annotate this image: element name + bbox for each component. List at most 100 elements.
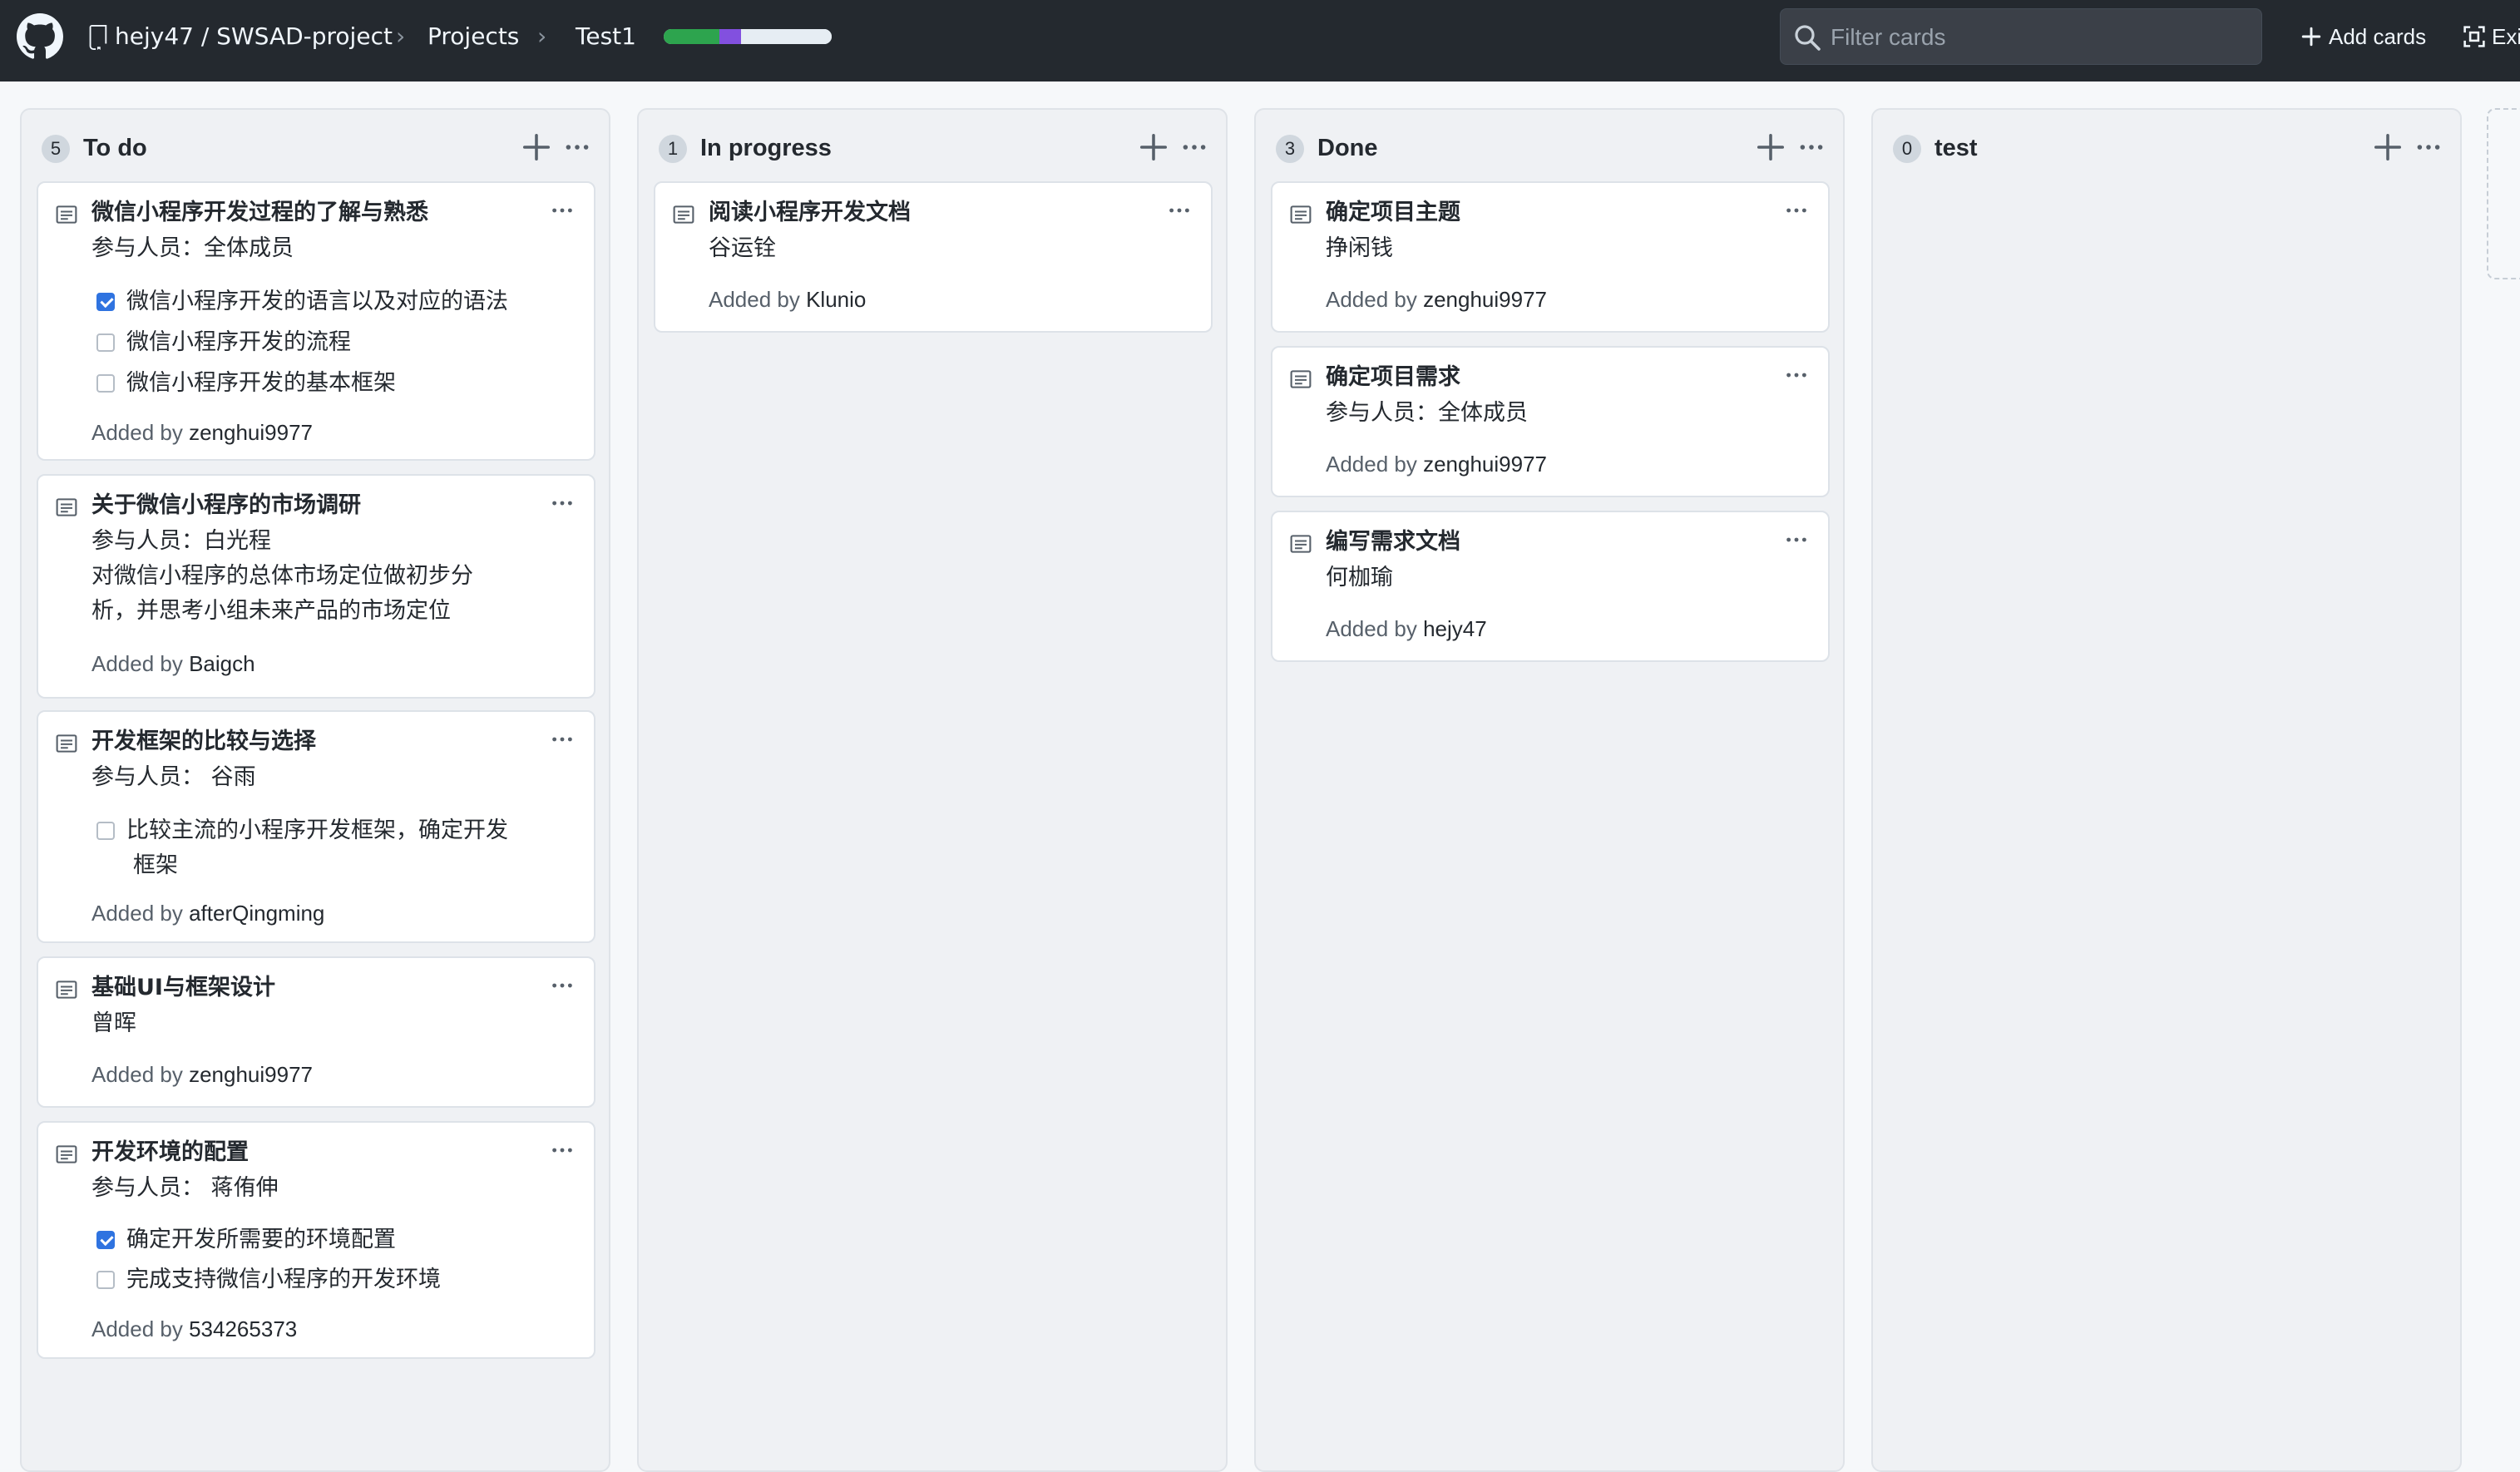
column-in-progress: 1 In progress 阅读小程序开发文档 谷运铨 Added by Klu… bbox=[637, 108, 1228, 1472]
card[interactable]: 确定项目主题 挣闲钱 Added by zenghui9977 bbox=[1271, 181, 1830, 333]
column-done: 3 Done 确定项目主题 挣闲钱 Added by zenghui9977 确… bbox=[1254, 108, 1845, 1472]
add-card-plus-icon[interactable] bbox=[1755, 131, 1786, 163]
projects-link[interactable]: Projects bbox=[427, 20, 519, 53]
card-text: 谷运铨 bbox=[709, 235, 776, 261]
project-progress-bar bbox=[664, 29, 832, 44]
note-icon bbox=[56, 981, 77, 999]
add-cards-label: Add cards bbox=[2329, 23, 2427, 49]
column-menu-kebab-icon[interactable] bbox=[561, 133, 594, 161]
task-label: 微信小程序开发的语言以及对应的语法 bbox=[126, 289, 508, 314]
task-label: 微信小程序开发的基本框架 bbox=[126, 370, 396, 396]
card-menu-kebab-icon[interactable] bbox=[547, 1138, 577, 1163]
card-author-link[interactable]: zenghui9977 bbox=[1423, 452, 1547, 477]
card-menu-kebab-icon[interactable] bbox=[547, 973, 577, 998]
filter-cards-input[interactable] bbox=[1829, 16, 2248, 59]
card[interactable]: 微信小程序开发过程的了解与熟悉 参与人员：全体成员 微信小程序开发的语言以及对应… bbox=[37, 181, 595, 461]
card[interactable]: 开发环境的配置 参与人员： 蒋侑伸 确定开发所需要的环境配置 完成支持微信小程序… bbox=[37, 1121, 595, 1359]
note-icon bbox=[1290, 535, 1312, 553]
card-menu-kebab-icon[interactable] bbox=[1781, 527, 1811, 552]
card-text: 何枷瑜 bbox=[1326, 565, 1393, 590]
add-card-plus-icon[interactable] bbox=[521, 131, 552, 163]
card-added-by: Added by afterQingming bbox=[91, 901, 325, 926]
note-icon bbox=[673, 205, 694, 224]
card-text: 曾晖 bbox=[91, 1010, 136, 1036]
card-title[interactable]: 确定项目需求 bbox=[1326, 361, 1460, 394]
filter-cards-search[interactable] bbox=[1780, 8, 2262, 65]
card-author-link[interactable]: afterQingming bbox=[189, 901, 324, 926]
card-added-by: Added by zenghui9977 bbox=[91, 1062, 314, 1087]
repo-link[interactable]: hejy47 / SWSAD-project bbox=[115, 20, 393, 53]
card-title[interactable]: 微信小程序开发过程的了解与熟悉 bbox=[91, 196, 428, 230]
card[interactable]: 确定项目需求 参与人员：全体成员 Added by zenghui9977 bbox=[1271, 346, 1830, 497]
project-name: Test1 bbox=[576, 22, 636, 50]
card-added-by: Added by hejy47 bbox=[1326, 616, 1487, 641]
card-menu-kebab-icon[interactable] bbox=[547, 491, 577, 516]
card-title[interactable]: 阅读小程序开发文档 bbox=[709, 196, 911, 230]
card-text: 参与人员：全体成员 bbox=[1326, 400, 1528, 426]
card-menu-kebab-icon[interactable] bbox=[1781, 198, 1811, 223]
repo-icon bbox=[89, 25, 107, 50]
card-author-link[interactable]: Baigch bbox=[189, 651, 255, 676]
card-added-by: Added by Klunio bbox=[709, 287, 867, 312]
note-icon bbox=[1290, 370, 1312, 388]
card-text: 参与人员：全体成员 bbox=[91, 235, 294, 261]
card-menu-kebab-icon[interactable] bbox=[1164, 198, 1194, 223]
task-checkbox[interactable] bbox=[96, 333, 115, 352]
column-test: 0 test bbox=[1871, 108, 2462, 1472]
card-text: 参与人员： 蒋侑伸 bbox=[91, 1175, 279, 1201]
task-checkbox[interactable] bbox=[96, 293, 115, 311]
search-icon bbox=[1795, 25, 1821, 51]
column-card-count: 5 bbox=[42, 135, 70, 163]
card-title[interactable]: 基础UI与框架设计 bbox=[91, 971, 275, 1005]
card-author-link[interactable]: zenghui9977 bbox=[1423, 287, 1547, 312]
column-menu-kebab-icon[interactable] bbox=[1795, 133, 1828, 161]
card-title[interactable]: 开发环境的配置 bbox=[91, 1136, 249, 1169]
task-checkbox[interactable] bbox=[96, 1271, 115, 1289]
note-icon bbox=[56, 734, 77, 753]
column-menu-kebab-icon[interactable] bbox=[2412, 133, 2445, 161]
progress-segment-done bbox=[664, 29, 719, 44]
note-icon bbox=[1290, 205, 1312, 224]
task-checkbox[interactable] bbox=[96, 822, 115, 840]
task-label-continued: 框架 bbox=[133, 852, 178, 878]
card[interactable]: 关于微信小程序的市场调研 参与人员：白光程 对微信小程序的总体市场定位做初步分 … bbox=[37, 474, 595, 699]
card-author-link[interactable]: hejy47 bbox=[1423, 616, 1487, 641]
add-card-plus-icon[interactable] bbox=[2372, 131, 2404, 163]
card-title[interactable]: 开发框架的比较与选择 bbox=[91, 725, 316, 758]
exit-fullscreen-button[interactable]: Exi bbox=[2463, 18, 2520, 55]
github-logo-icon[interactable] bbox=[17, 13, 63, 60]
add-column-placeholder[interactable] bbox=[2487, 108, 2520, 279]
card-title[interactable]: 关于微信小程序的市场调研 bbox=[91, 489, 361, 522]
card-added-by: Added by zenghui9977 bbox=[91, 420, 314, 445]
card[interactable]: 编写需求文档 何枷瑜 Added by hejy47 bbox=[1271, 511, 1830, 662]
column-title: test bbox=[1934, 135, 1978, 161]
card-text: 挣闲钱 bbox=[1326, 235, 1393, 261]
card[interactable]: 开发框架的比较与选择 参与人员： 谷雨 比较主流的小程序开发框架，确定开发 框架… bbox=[37, 710, 595, 943]
column-title: Done bbox=[1317, 135, 1378, 161]
add-card-plus-icon[interactable] bbox=[1138, 131, 1169, 163]
card-menu-kebab-icon[interactable] bbox=[1781, 363, 1811, 388]
add-cards-button[interactable]: Add cards bbox=[2300, 18, 2426, 55]
breadcrumb-separator: › bbox=[537, 22, 547, 50]
task-label: 微信小程序开发的流程 bbox=[126, 329, 351, 355]
card-title[interactable]: 编写需求文档 bbox=[1326, 526, 1460, 559]
note-icon bbox=[56, 498, 77, 516]
card-title[interactable]: 确定项目主题 bbox=[1326, 196, 1460, 230]
card-author-link[interactable]: zenghui9977 bbox=[189, 1062, 313, 1087]
task-checkbox[interactable] bbox=[96, 374, 115, 393]
note-icon bbox=[56, 205, 77, 224]
column-header: 1 In progress bbox=[639, 110, 1226, 176]
breadcrumb-separator: › bbox=[396, 22, 406, 50]
card-author-link[interactable]: Klunio bbox=[806, 287, 866, 312]
progress-segment-in-progress bbox=[719, 29, 741, 44]
card[interactable]: 阅读小程序开发文档 谷运铨 Added by Klunio bbox=[654, 181, 1213, 333]
card-menu-kebab-icon[interactable] bbox=[547, 198, 577, 223]
card-author-link[interactable]: zenghui9977 bbox=[189, 420, 313, 445]
column-menu-kebab-icon[interactable] bbox=[1178, 133, 1211, 161]
card[interactable]: 基础UI与框架设计 曾晖 Added by zenghui9977 bbox=[37, 956, 595, 1108]
task-checkbox[interactable] bbox=[96, 1231, 115, 1249]
card-author-link[interactable]: 534265373 bbox=[189, 1316, 297, 1341]
column-header: 5 To do bbox=[22, 110, 609, 176]
card-menu-kebab-icon[interactable] bbox=[547, 727, 577, 752]
card-text: 对微信小程序的总体市场定位做初步分 bbox=[91, 563, 473, 589]
